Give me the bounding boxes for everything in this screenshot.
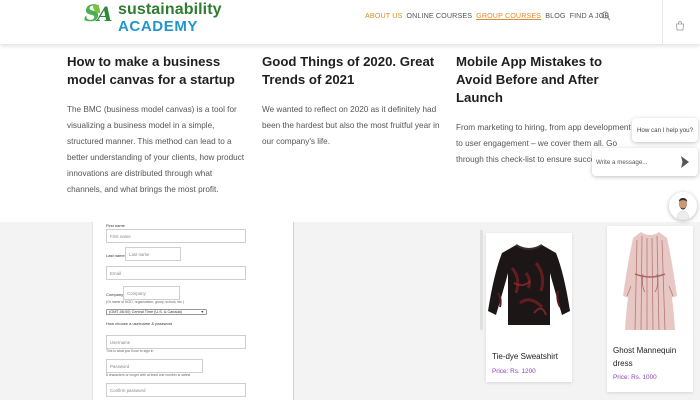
company-label: Company — [106, 292, 124, 297]
dress-image — [607, 226, 693, 336]
company-field[interactable]: Company — [123, 286, 180, 300]
product-price: Price: Rs. 1200 — [492, 368, 536, 375]
person-icon — [669, 192, 697, 220]
registration-form: First name First name Last name Last nam… — [92, 222, 294, 400]
chat-agent-avatar[interactable] — [669, 192, 697, 220]
cart-icon[interactable] — [675, 21, 685, 31]
nav-about-us[interactable]: ABOUT US — [365, 11, 402, 20]
chevron-down-icon: ▼ — [200, 310, 204, 314]
academy-logo[interactable]: SA sustainability ACADEMY — [84, 1, 222, 35]
email-field[interactable]: Email — [106, 266, 246, 280]
chat-message-box — [592, 148, 698, 176]
blog-post-card[interactable]: Good Things of 2020. Great Trends of 202… — [262, 53, 442, 150]
nav-group-courses[interactable]: GROUP COURSES — [476, 11, 541, 20]
timezone-value: (GMT-06:00) Central Time (U.S. & Canada) — [109, 310, 183, 314]
username-field[interactable]: Username — [106, 335, 246, 349]
logo-line-2: ACADEMY — [118, 18, 199, 35]
chat-message-input[interactable] — [596, 155, 676, 169]
credentials-heading: How choose a username & password — [106, 321, 173, 326]
search-icon[interactable] — [601, 11, 611, 21]
post-excerpt: We wanted to reflect on 2020 as it defin… — [262, 105, 440, 146]
confirm-password-field[interactable]: Confirm password — [106, 383, 246, 397]
nav-divider — [662, 0, 663, 44]
blog-post-card[interactable]: How to make a business model canvas for … — [67, 53, 247, 198]
chat-help-bubble[interactable]: How can I help you? — [632, 118, 698, 142]
last-name-field[interactable]: Last name — [125, 247, 181, 261]
company-hint: (Or name of NGO, organization, group, sc… — [106, 300, 184, 304]
logo-mark-icon: SA — [84, 1, 113, 27]
product-name[interactable]: Tie-dye Sweatshirt — [492, 350, 558, 363]
product-price: Price: Rs. 1000 — [613, 374, 657, 381]
post-title[interactable]: How to make a business model canvas for … — [67, 53, 247, 89]
product-card[interactable]: Ghost Mannequin dress Price: Rs. 1000 — [607, 226, 693, 392]
post-excerpt: The BMC (business model canvas) is a too… — [67, 105, 245, 194]
scrollbar[interactable] — [480, 230, 483, 330]
logo-line-1: sustainability — [118, 1, 222, 18]
main-nav: ABOUT US ONLINE COURSES GROUP COURSES BL… — [365, 11, 613, 20]
last-name-label: Last name — [106, 253, 125, 258]
post-title[interactable]: Mobile App Mistakes to Avoid Before and … — [456, 53, 636, 107]
nav-online-courses[interactable]: ONLINE COURSES — [406, 11, 472, 20]
password-field[interactable]: Password — [106, 359, 203, 373]
first-name-field[interactable]: First name — [106, 229, 246, 243]
post-title[interactable]: Good Things of 2020. Great Trends of 202… — [262, 53, 442, 89]
product-name[interactable]: Ghost Mannequin dress — [613, 344, 689, 370]
send-icon[interactable] — [680, 155, 690, 169]
first-name-label: First name — [106, 223, 125, 228]
username-hint: This is what you'll use to sign in — [106, 349, 154, 353]
sweatshirt-image — [486, 233, 572, 333]
site-header: SA sustainability ACADEMY ABOUT US ONLIN… — [0, 0, 700, 44]
password-hint: 8 characters or longer with at least one… — [106, 373, 191, 377]
blog-section: How to make a business model canvas for … — [0, 44, 700, 222]
timezone-select[interactable]: (GMT-06:00) Central Time (U.S. & Canada)… — [106, 309, 207, 315]
nav-blog[interactable]: BLOG — [545, 11, 565, 20]
logo-text: sustainability ACADEMY — [118, 1, 222, 35]
product-card[interactable]: Tie-dye Sweatshirt Price: Rs. 1200 — [486, 233, 572, 382]
